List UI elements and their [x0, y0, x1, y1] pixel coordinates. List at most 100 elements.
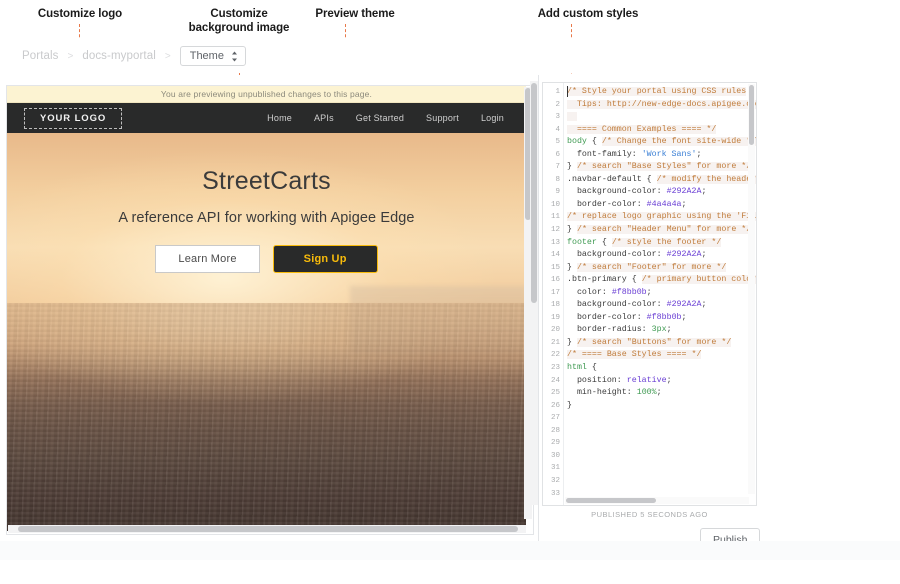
editor-line-number: 15	[543, 262, 563, 275]
editor-code-line[interactable]: /* replace logo graphic using the 'Files…	[567, 211, 756, 224]
editor-code-line[interactable]: min-height: 100%;	[567, 387, 756, 400]
editor-code-token: }	[567, 401, 572, 410]
hero-buttons: Learn More Sign Up	[7, 245, 526, 273]
editor-code-token: ;	[657, 388, 662, 397]
editor-code-token: {	[587, 137, 602, 146]
editor-code-token: /* Style your portal using CSS rules	[567, 87, 746, 96]
editor-text-cursor	[567, 86, 568, 97]
editor-code-token: /* replace logo graphic using the 'Files…	[567, 212, 756, 221]
editor-code-token: {	[587, 363, 597, 372]
editor-line-number: 3	[543, 111, 563, 124]
editor-code-token: #292A2A	[667, 250, 702, 259]
editor-panel-scrollbar-thumb[interactable]	[531, 83, 537, 303]
editor-code-token: position:	[567, 376, 627, 385]
editor-code-token: #292A2A	[667, 300, 702, 309]
section-select-theme[interactable]: Theme	[180, 46, 246, 66]
editor-code-area[interactable]: /* Style your portal using CSS rules Tip…	[563, 83, 756, 505]
portal-navbar: YOUR LOGO Home APIs Get Started Support …	[7, 103, 526, 133]
editor-line-number: 24	[543, 375, 563, 388]
editor-code-token: background-color:	[567, 300, 667, 309]
editor-code-token: 100%	[637, 388, 657, 397]
editor-code-line[interactable]: body { /* Change the font site-wide */	[567, 136, 756, 149]
workspace: You are previewing unpublished changes t…	[0, 75, 900, 541]
editor-code-token: ;	[667, 376, 672, 385]
editor-code-token: #292A2A	[667, 187, 702, 196]
editor-code-line[interactable]: background-color: #292A2A;	[567, 299, 756, 312]
hero-section: StreetCarts A reference API for working …	[7, 133, 526, 535]
sign-up-button[interactable]: Sign Up	[273, 245, 378, 273]
nav-link-apis[interactable]: APIs	[314, 113, 334, 123]
editor-code-line[interactable]: border-color: #4a4a4a;	[567, 199, 756, 212]
editor-vertical-scrollbar-thumb[interactable]	[749, 85, 754, 145]
editor-code-token: ;	[701, 187, 706, 196]
editor-code-token: }	[567, 338, 577, 347]
editor-code-line[interactable]	[567, 111, 756, 124]
hero-haze-overlay	[7, 303, 526, 535]
editor-code-line[interactable]: font-family: 'Work Sans';	[567, 149, 756, 162]
editor-line-number: 8	[543, 174, 563, 187]
editor-code-line[interactable]: } /* search "Header Menu" for more */	[567, 224, 756, 237]
editor-code-token: {	[627, 275, 642, 284]
editor-line-number: 25	[543, 387, 563, 400]
editor-code-line[interactable]: border-radius: 3px;	[567, 324, 756, 337]
editor-code-line[interactable]: } /* search "Footer" for more */	[567, 262, 756, 275]
css-editor-panel: 1234567891011121314151617181920212223242…	[538, 75, 900, 541]
editor-code-line[interactable]: Tips: http://new-edge-docs.apigee.com/	[567, 99, 756, 112]
editor-code-token: ;	[647, 288, 652, 297]
logo-placeholder[interactable]: YOUR LOGO	[24, 108, 122, 129]
hero-subtitle: A reference API for working with Apigee …	[7, 210, 526, 226]
logo-placeholder-label: YOUR LOGO	[40, 113, 106, 124]
editor-code-line[interactable]: html {	[567, 362, 756, 375]
annotation-customize-background-image: Customize background image	[173, 8, 305, 35]
editor-line-number: 30	[543, 450, 563, 463]
editor-code-line[interactable]: position: relative;	[567, 375, 756, 388]
editor-line-number: 31	[543, 462, 563, 475]
preview-horizontal-scrollbar-thumb[interactable]	[18, 526, 518, 532]
editor-code-line[interactable]: background-color: #292A2A;	[567, 186, 756, 199]
editor-code-line[interactable]: background-color: #292A2A;	[567, 249, 756, 262]
editor-line-number: 11	[543, 211, 563, 224]
section-select-label: Theme	[190, 50, 224, 62]
editor-code-line[interactable]: } /* search "Base Styles" for more */	[567, 161, 756, 174]
editor-code-line[interactable]: .navbar-default { /* modify the header t…	[567, 174, 756, 187]
editor-horizontal-scrollbar[interactable]	[565, 497, 749, 504]
editor-code-token: ;	[701, 300, 706, 309]
editor-line-number: 7	[543, 161, 563, 174]
editor-code-line[interactable]: color: #f8bb0b;	[567, 287, 756, 300]
editor-code-line[interactable]: } /* search "Buttons" for more */	[567, 337, 756, 350]
published-status: PUBLISHED 5 SECONDS AGO	[542, 510, 757, 519]
top-bar: Portals > docs-myportal > Theme Live Por…	[0, 38, 900, 73]
editor-code-token: ;	[701, 250, 706, 259]
updown-spinner-icon	[231, 51, 238, 62]
editor-code-line[interactable]: }	[567, 400, 756, 413]
css-code-editor[interactable]: 1234567891011121314151617181920212223242…	[542, 82, 757, 506]
preview-horizontal-scrollbar[interactable]	[8, 525, 526, 533]
editor-vertical-scrollbar[interactable]	[748, 84, 755, 494]
learn-more-button[interactable]: Learn More	[155, 245, 259, 273]
editor-horizontal-scrollbar-thumb[interactable]	[566, 498, 656, 503]
nav-link-get-started[interactable]: Get Started	[356, 113, 404, 123]
editor-code-token: ;	[696, 150, 701, 159]
breadcrumb-separator-1: >	[68, 51, 74, 62]
annotation-customize-logo: Customize logo	[31, 8, 129, 22]
editor-code-token: /* Change the font site-wide */	[602, 137, 756, 146]
editor-code-line[interactable]: footer { /* style the footer */	[567, 237, 756, 250]
nav-link-home[interactable]: Home	[267, 113, 292, 123]
editor-code-token: ;	[682, 200, 687, 209]
editor-line-number: 22	[543, 349, 563, 362]
editor-line-number: 4	[543, 124, 563, 137]
editor-line-number: 32	[543, 475, 563, 488]
editor-line-number: 2	[543, 99, 563, 112]
editor-code-line[interactable]: .btn-primary { /* primary button colors …	[567, 274, 756, 287]
editor-line-number: 20	[543, 324, 563, 337]
editor-code-token: border-radius:	[567, 325, 652, 334]
nav-link-support[interactable]: Support	[426, 113, 459, 123]
breadcrumb-portal-name[interactable]: docs-myportal	[82, 50, 156, 62]
editor-code-line[interactable]: /* Style your portal using CSS rules	[567, 86, 756, 99]
editor-code-line[interactable]: /* ==== Base Styles ==== */	[567, 349, 756, 362]
nav-link-login[interactable]: Login	[481, 113, 504, 123]
editor-panel-scrollbar[interactable]	[530, 81, 538, 505]
editor-code-line[interactable]: border-color: #f8bb0b;	[567, 312, 756, 325]
breadcrumb-portals[interactable]: Portals	[22, 50, 59, 62]
editor-code-line[interactable]: ==== Common Examples ==== */	[567, 124, 756, 137]
